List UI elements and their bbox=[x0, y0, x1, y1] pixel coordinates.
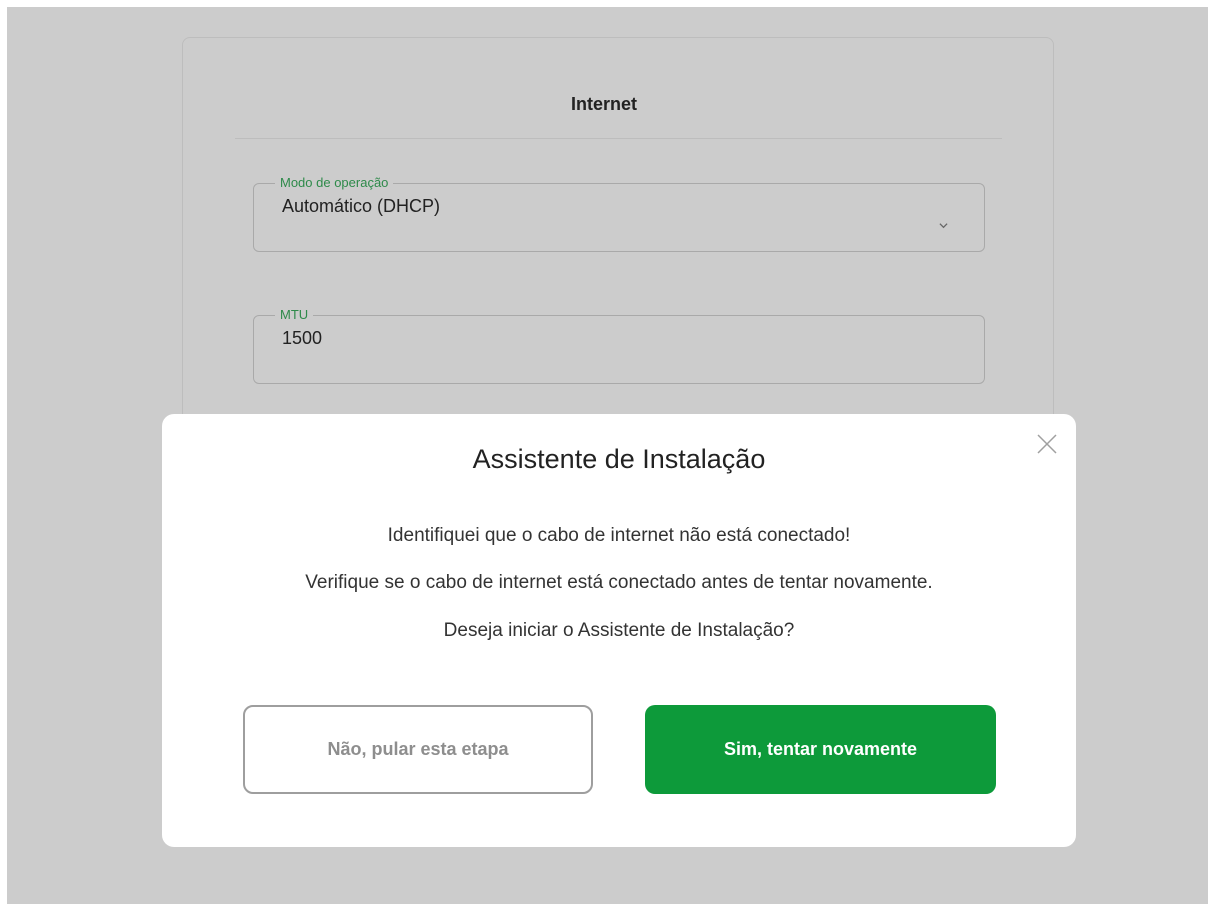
operation-mode-label: Modo de operação bbox=[280, 175, 389, 190]
mtu-label: MTU bbox=[280, 307, 309, 322]
operation-mode-value: Automático (DHCP) bbox=[282, 196, 441, 216]
card-divider bbox=[235, 138, 1002, 139]
card-title: Internet bbox=[570, 94, 637, 114]
chevron-down-icon bbox=[939, 223, 948, 229]
retry-label: Sim, tentar novamente bbox=[723, 739, 918, 759]
skip-step-button[interactable]: Não, pular esta etapa bbox=[243, 705, 593, 794]
modal-message-line-2: Verifique se o cabo de internet está con… bbox=[305, 572, 933, 593]
mtu-field[interactable]: MTU 1500 bbox=[253, 307, 985, 384]
retry-button[interactable]: Sim, tentar novamente bbox=[645, 705, 996, 794]
install-wizard-modal: Assistente de Instalação Identifiquei qu… bbox=[162, 414, 1076, 847]
skip-step-label: Não, pular esta etapa bbox=[327, 739, 509, 759]
modal-title: Assistente de Instalação bbox=[472, 444, 766, 474]
modal-message-line-1: Identifiquei que o cabo de internet não … bbox=[387, 525, 851, 546]
modal-message-line-3: Deseja iniciar o Assistente de Instalaçã… bbox=[443, 620, 795, 641]
operation-mode-select[interactable]: Modo de operação Automático (DHCP) bbox=[253, 175, 985, 252]
mtu-value: 1500 bbox=[282, 328, 323, 348]
